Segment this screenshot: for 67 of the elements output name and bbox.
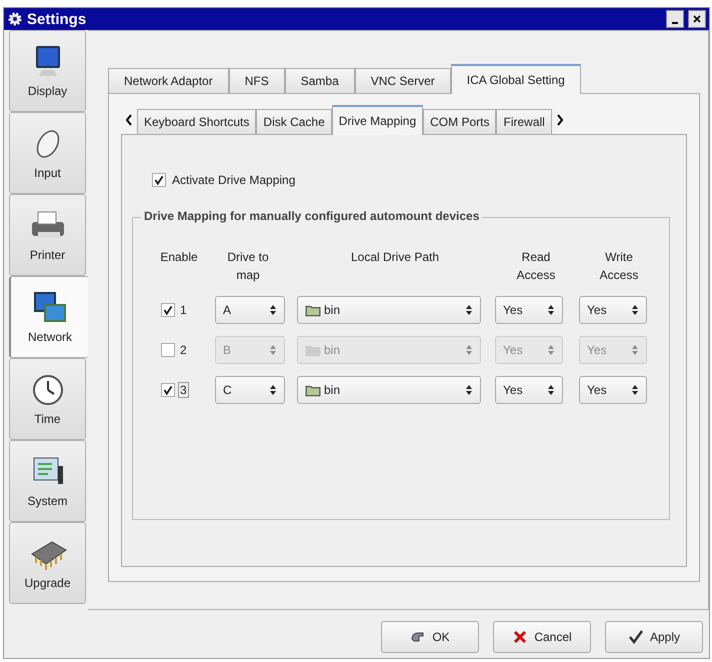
spinner-arrows-icon [465,304,473,316]
column-header: Local Drive Path [350,249,440,266]
tab[interactable]: Samba [284,68,355,93]
row-number: 2 [179,342,188,358]
column-header: Drive to map [226,249,270,284]
minimize-icon [672,22,678,24]
tab[interactable]: COM Ports [423,109,496,134]
scroll-left-icon[interactable] [125,114,133,126]
spinner-arrows-icon [269,304,277,316]
dropdown[interactable]: C [215,376,285,404]
sidebar-item[interactable]: Upgrade [9,522,86,604]
checkbox[interactable] [161,343,175,357]
column-header: Write Access [598,249,640,284]
spinner-arrows-icon [269,344,277,356]
spinner-arrows-icon [269,384,277,396]
dropdown[interactable]: Yes [495,296,563,324]
checkmark-icon [628,630,644,644]
spinner-arrows-icon [465,344,473,356]
checkbox[interactable] [161,303,175,317]
sidebar-item[interactable]: Printer [9,194,86,276]
tab[interactable]: Network Adaptor [108,68,229,93]
dropdown[interactable]: bin [297,376,481,404]
tab[interactable]: VNC Server [354,68,451,93]
scroll-right-icon[interactable] [556,114,564,126]
spinner-arrows-icon [465,384,473,396]
dropdown[interactable]: Yes [579,296,647,324]
gear-icon [7,11,23,27]
folder-icon [305,344,321,356]
checkbox-label: Activate Drive Mapping [172,173,296,187]
minimize-button[interactable] [666,10,684,28]
tab[interactable]: Drive Mapping [332,105,424,135]
dropdown[interactable]: Yes [495,376,563,404]
folder-icon [305,384,321,396]
sidebar-item[interactable]: Time [9,358,86,440]
sidebar-item[interactable]: System [9,440,86,522]
close-button[interactable] [688,10,706,28]
group-title: Drive Mapping for manually configured automount devices [141,209,482,223]
row-number: 1 [179,302,188,318]
tab[interactable]: Keyboard Shortcuts [137,109,256,134]
sidebar-item[interactable]: Network [9,276,89,358]
dropdown[interactable]: Yes [579,376,647,404]
apply-button[interactable]: Apply [605,621,703,653]
folder-icon [305,304,321,316]
spinner-arrows-icon [631,304,639,316]
sidebar-item[interactable]: Input [9,112,86,194]
tab[interactable]: Firewall [496,109,552,134]
column-header: Read Access [516,249,556,284]
spinner-arrows-icon [631,344,639,356]
cross-icon [512,630,528,644]
window-title: Settings [27,10,86,28]
close-icon [692,14,702,24]
checkbox[interactable] [161,383,175,397]
dropdown[interactable]: bin [297,296,481,324]
sidebar-item[interactable]: Display [9,30,86,112]
cancel-button[interactable]: Cancel [493,621,591,653]
spinner-arrows-icon [547,344,555,356]
spinner-arrows-icon [547,384,555,396]
tab[interactable]: Disk Cache [256,109,332,134]
tab[interactable]: NFS [228,68,285,93]
row-number: 3 [178,382,189,398]
tab[interactable]: ICA Global Setting [450,64,581,94]
spinner-arrows-icon [547,304,555,316]
checkbox[interactable] [152,173,166,187]
ok-button[interactable]: OK [381,621,479,653]
spinner-arrows-icon [631,384,639,396]
dropdown[interactable]: A [215,296,285,324]
column-header: Enable [159,249,198,266]
